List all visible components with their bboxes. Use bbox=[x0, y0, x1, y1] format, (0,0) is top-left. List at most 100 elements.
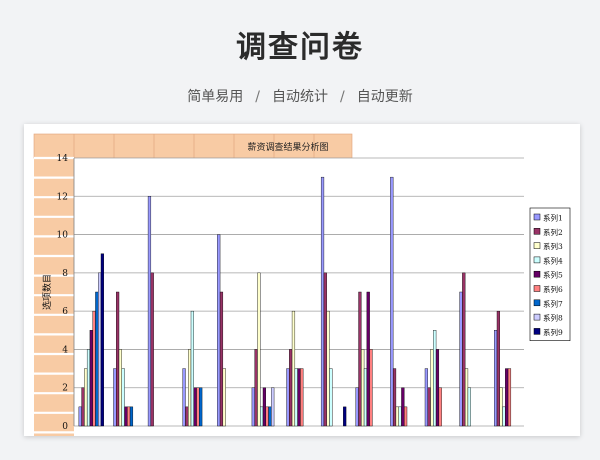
feature-easy: 简单易用 bbox=[187, 89, 244, 105]
bar bbox=[127, 406, 131, 427]
feature-auto-update: 自动更新 bbox=[356, 89, 413, 105]
bar bbox=[496, 310, 500, 427]
bar bbox=[199, 387, 203, 427]
bar bbox=[286, 368, 290, 427]
legend-swatch bbox=[533, 228, 541, 235]
bar bbox=[98, 272, 102, 427]
bar bbox=[297, 368, 301, 427]
bar bbox=[118, 349, 122, 427]
bar bbox=[289, 349, 293, 427]
y-tick-label: 4 bbox=[62, 345, 68, 355]
bar bbox=[124, 406, 128, 427]
bar bbox=[366, 291, 370, 427]
bar bbox=[433, 330, 437, 427]
y-tick-label: 12 bbox=[57, 192, 68, 202]
legend-swatch bbox=[533, 313, 541, 321]
bar bbox=[462, 272, 466, 427]
bar bbox=[89, 330, 93, 427]
spreadsheet-preview: 薪资调查结果分析图 0 2 4 6 8 10 12 14 选项数目 系列1 系列2 系列3 系列4 系列5 系… bbox=[24, 124, 580, 436]
bar bbox=[505, 368, 509, 427]
bar bbox=[424, 368, 428, 427]
legend-swatch bbox=[533, 270, 541, 278]
legend-label: 系列1 bbox=[543, 213, 563, 223]
bar bbox=[329, 368, 333, 427]
bar bbox=[355, 387, 359, 427]
bar bbox=[190, 310, 194, 427]
bar bbox=[95, 291, 99, 427]
legend-label: 系列6 bbox=[543, 284, 563, 294]
bar bbox=[435, 349, 440, 427]
legend-label: 系列7 bbox=[543, 298, 563, 308]
bar bbox=[188, 349, 192, 427]
bar bbox=[92, 310, 96, 427]
y-tick-label: 10 bbox=[57, 231, 69, 241]
bar bbox=[262, 387, 266, 427]
bar bbox=[265, 406, 269, 427]
bar bbox=[323, 272, 327, 427]
feature-auto-stats: 自动统计 bbox=[272, 89, 328, 105]
bar bbox=[100, 253, 104, 427]
bar bbox=[343, 406, 347, 427]
bar bbox=[363, 368, 368, 427]
bar bbox=[193, 387, 197, 427]
bar bbox=[113, 368, 117, 427]
bar bbox=[268, 406, 272, 427]
bar bbox=[271, 387, 275, 427]
bar bbox=[196, 387, 200, 427]
bar bbox=[395, 406, 399, 427]
bar-chart: 薪资调查结果分析图 0 2 4 6 8 10 12 14 选项数目 系列1 系列2 系列3 系列4 系列5 系… bbox=[33, 133, 571, 436]
legend-swatch bbox=[533, 299, 541, 307]
bar bbox=[260, 406, 264, 427]
bar bbox=[254, 349, 258, 427]
y-tick-label: 2 bbox=[62, 384, 68, 394]
y-tick-label: 6 bbox=[62, 307, 68, 317]
bar bbox=[499, 387, 503, 427]
bar bbox=[81, 387, 85, 427]
bar bbox=[116, 291, 120, 427]
legend-swatch bbox=[533, 242, 541, 249]
page-title: 调查问卷 bbox=[236, 30, 364, 65]
bar bbox=[251, 387, 255, 427]
bar bbox=[494, 330, 498, 427]
bar bbox=[390, 176, 394, 427]
bar bbox=[369, 349, 373, 427]
bar bbox=[467, 387, 471, 427]
bar bbox=[78, 406, 82, 427]
legend-swatch bbox=[533, 256, 541, 264]
bar bbox=[320, 176, 325, 427]
bar bbox=[182, 368, 186, 427]
legend-swatch bbox=[533, 285, 541, 292]
bar bbox=[147, 196, 152, 427]
y-tick-label: 8 bbox=[62, 269, 68, 279]
legend-label: 系列2 bbox=[543, 227, 563, 237]
bar bbox=[430, 349, 434, 427]
bar bbox=[185, 406, 189, 427]
y-tick-label: 0 bbox=[62, 422, 68, 432]
bar bbox=[294, 368, 298, 427]
feature-tagline: 简单易用 / 自动统计 / 自动更新 bbox=[0, 86, 600, 106]
bar bbox=[222, 368, 226, 427]
y-axis-label: 选项数目 bbox=[41, 274, 53, 310]
legend-label: 系列3 bbox=[543, 241, 563, 251]
separator: / bbox=[340, 89, 345, 105]
bar bbox=[150, 272, 154, 427]
bar bbox=[464, 368, 469, 427]
bar bbox=[86, 349, 91, 427]
legend-label: 系列4 bbox=[543, 255, 563, 265]
bar bbox=[361, 349, 365, 427]
bar bbox=[300, 368, 304, 427]
legend-swatch bbox=[533, 213, 541, 221]
bar bbox=[358, 291, 362, 427]
bar bbox=[84, 368, 88, 427]
bar bbox=[257, 272, 261, 427]
bar bbox=[217, 234, 221, 427]
bar bbox=[401, 387, 405, 427]
bar bbox=[326, 310, 330, 427]
bar bbox=[507, 368, 512, 427]
bar bbox=[502, 406, 506, 427]
bar bbox=[291, 310, 296, 427]
bar bbox=[404, 406, 408, 427]
bar bbox=[129, 406, 134, 427]
bar bbox=[121, 368, 125, 427]
legend-swatch bbox=[533, 328, 541, 335]
